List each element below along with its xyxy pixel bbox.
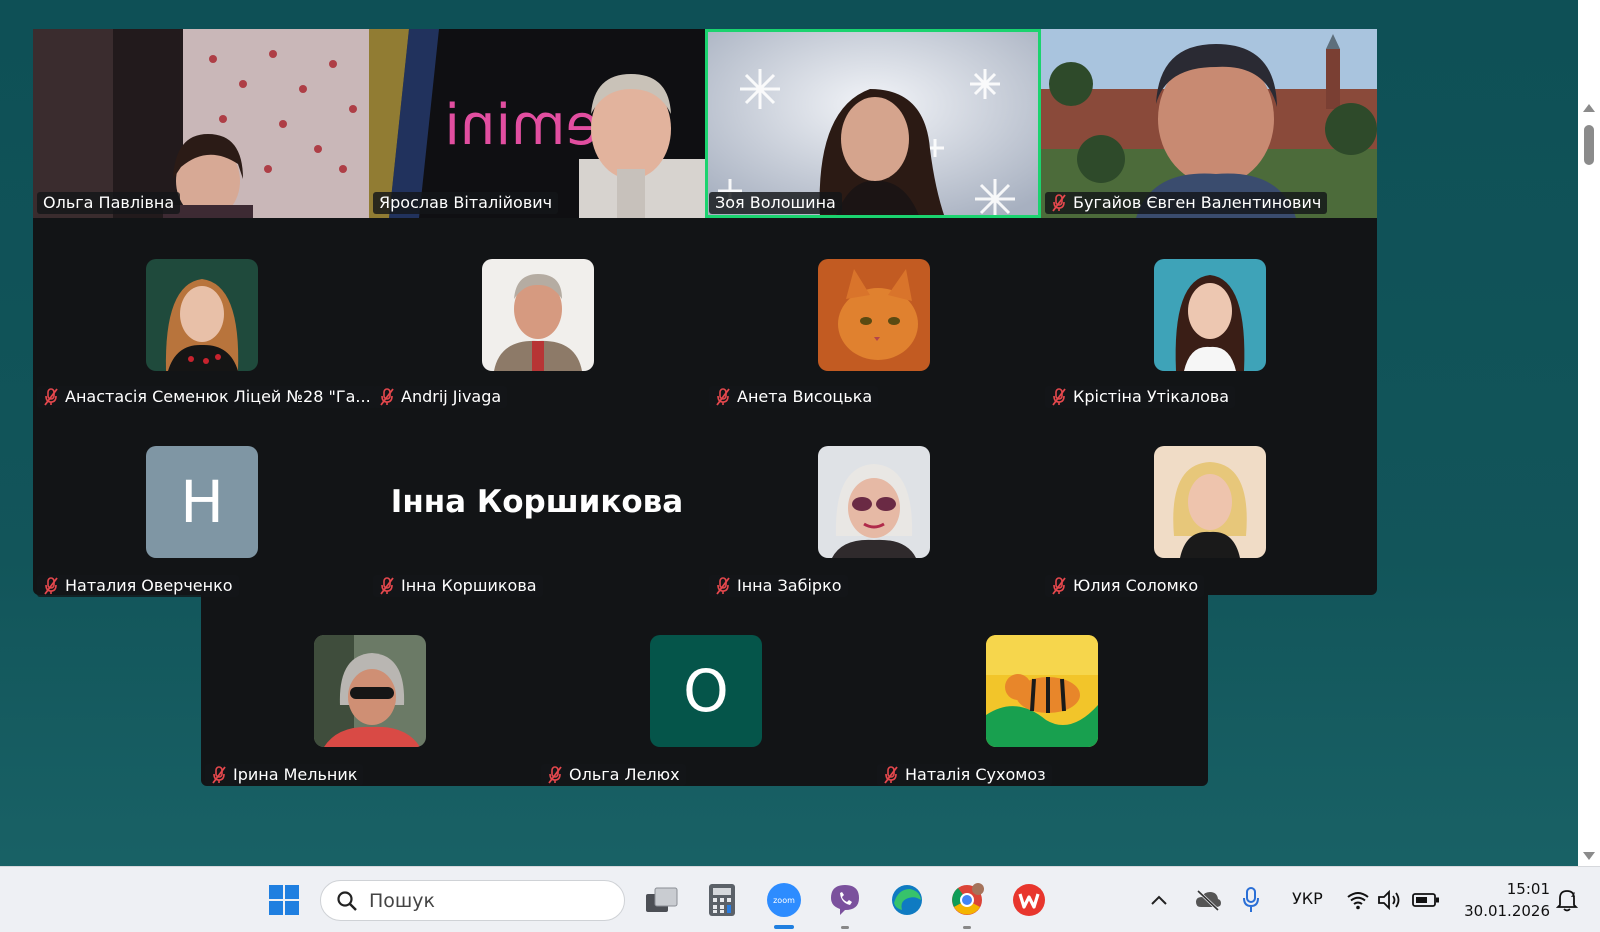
svg-text:z: z xyxy=(1571,890,1575,899)
participant-tile-kristina[interactable]: Крістіна Утікалова xyxy=(1041,219,1377,408)
cloud-offline-icon[interactable] xyxy=(1191,880,1225,920)
task-view-icon[interactable] xyxy=(642,880,682,920)
mic-muted-icon xyxy=(548,766,562,784)
input-language[interactable]: УКР xyxy=(1292,889,1323,908)
mic-muted-icon xyxy=(716,577,730,595)
mic-muted-icon xyxy=(1052,194,1066,212)
volume-icon[interactable] xyxy=(1374,880,1406,920)
scroll-down-arrow-icon[interactable] xyxy=(1583,852,1595,860)
start-icon[interactable] xyxy=(264,880,304,920)
zoom-icon[interactable]: zoom xyxy=(764,880,804,920)
participant-name-tag: Анета Висоцька xyxy=(709,386,879,408)
svg-text:zoom: zoom xyxy=(773,896,795,905)
participant-name-tag: Ярослав Віталійович xyxy=(373,192,559,214)
mic-muted-icon xyxy=(716,388,730,406)
participant-name-tag: Зоя Волошина xyxy=(709,192,842,214)
mic-muted-icon xyxy=(44,577,58,595)
participant-tile-olga-leliukh[interactable]: О Ольга Лелюх xyxy=(537,597,873,786)
wifi-icon[interactable] xyxy=(1342,880,1374,920)
participant-tile-andrij[interactable]: Andrij Jivaga xyxy=(369,219,705,408)
avatar xyxy=(818,446,930,558)
avatar xyxy=(986,635,1098,747)
mic-muted-icon xyxy=(44,388,58,406)
video-tile-yaroslav[interactable]: Gemini Ярослав Віталійович xyxy=(369,29,705,218)
avatar-letter: Н xyxy=(146,446,258,558)
participant-name-tag: Інна Забірко xyxy=(709,575,848,597)
microphone-icon[interactable] xyxy=(1236,880,1266,920)
notification-bell-icon[interactable]: z xyxy=(1552,880,1582,920)
viber-icon[interactable] xyxy=(825,880,865,920)
taskbar-search-box[interactable]: Пошук xyxy=(320,880,625,921)
mic-muted-icon xyxy=(884,766,898,784)
windows-taskbar: Пошук zoom УКР 15:01 30.01.2026 z xyxy=(0,866,1600,932)
participant-tile-inna-korshykova[interactable]: Інна Коршикова Інна Коршикова xyxy=(369,408,705,597)
participant-tile-aneta[interactable]: Анета Висоцька xyxy=(705,219,1041,408)
avatar xyxy=(818,259,930,371)
avatar xyxy=(1154,446,1266,558)
participant-name-tag: Крістіна Утікалова xyxy=(1045,386,1236,408)
participant-name-tag: Бугайов Євген Валентинович xyxy=(1045,192,1328,214)
search-icon xyxy=(337,890,357,911)
system-clock[interactable]: 15:01 30.01.2026 xyxy=(1464,878,1550,922)
avatar xyxy=(314,635,426,747)
video-tile-zoya-active-speaker[interactable]: Зоя Волошина xyxy=(705,29,1041,218)
participant-name-tag: Наталія Сухомоз xyxy=(877,764,1052,786)
vertical-scrollbar[interactable] xyxy=(1578,0,1600,866)
participant-name-tag: Ольга Павлівна xyxy=(37,192,181,214)
chrome-icon[interactable] xyxy=(947,880,987,920)
scroll-up-arrow-icon[interactable] xyxy=(1583,104,1595,112)
participant-name-tag: Andrij Jivaga xyxy=(373,386,508,408)
participant-display-name: Інна Коршикова xyxy=(390,484,684,520)
chrome-running-indicator xyxy=(963,926,971,929)
participant-name-tag: Анастасія Семенюк Ліцей №28 "Га... xyxy=(37,386,377,408)
mic-muted-icon xyxy=(1052,577,1066,595)
participant-tile-natalia-overchenko[interactable]: Н Наталия Оверченко xyxy=(33,408,369,597)
chevron-up-icon[interactable] xyxy=(1143,880,1175,920)
clock-date: 30.01.2026 xyxy=(1464,902,1550,920)
mic-muted-icon xyxy=(212,766,226,784)
participant-tile-natalia-sukhomoz[interactable]: Наталія Сухомоз xyxy=(873,597,1209,786)
participant-tile-anastasia[interactable]: Анастасія Семенюк Ліцей №28 "Га... xyxy=(33,219,377,408)
mic-muted-icon xyxy=(1052,388,1066,406)
scroll-thumb[interactable] xyxy=(1584,125,1594,165)
participant-name-tag: Ірина Мельник xyxy=(205,764,364,786)
video-tile-buhaiov[interactable]: Бугайов Євген Валентинович xyxy=(1041,29,1377,218)
participant-tile-iryna[interactable]: Ірина Мельник xyxy=(201,597,537,786)
avatar xyxy=(1154,259,1266,371)
participant-name-tag: Наталия Оверченко xyxy=(37,575,239,597)
battery-icon[interactable] xyxy=(1408,880,1444,920)
clock-time: 15:01 xyxy=(1506,880,1550,898)
avatar-letter: О xyxy=(650,635,762,747)
avatar xyxy=(146,259,258,371)
mic-muted-icon xyxy=(380,577,394,595)
video-tile-olga[interactable]: Ольга Павлівна xyxy=(33,29,369,218)
participant-name-tag: Інна Коршикова xyxy=(373,575,543,597)
participant-name-tag: Юлия Соломко xyxy=(1045,575,1205,597)
edge-icon[interactable] xyxy=(887,880,927,920)
participant-tile-inna-zabirko[interactable]: Інна Забірко xyxy=(705,408,1041,597)
mic-muted-icon xyxy=(380,388,394,406)
zoom-active-indicator xyxy=(774,925,794,929)
participant-tile-yulia[interactable]: Юлия Соломко xyxy=(1041,408,1377,597)
viber-running-indicator xyxy=(841,926,849,929)
calculator-icon[interactable] xyxy=(702,880,742,920)
participant-name-tag: Ольга Лелюх xyxy=(541,764,686,786)
avatar xyxy=(482,259,594,371)
wps-icon[interactable] xyxy=(1009,880,1049,920)
